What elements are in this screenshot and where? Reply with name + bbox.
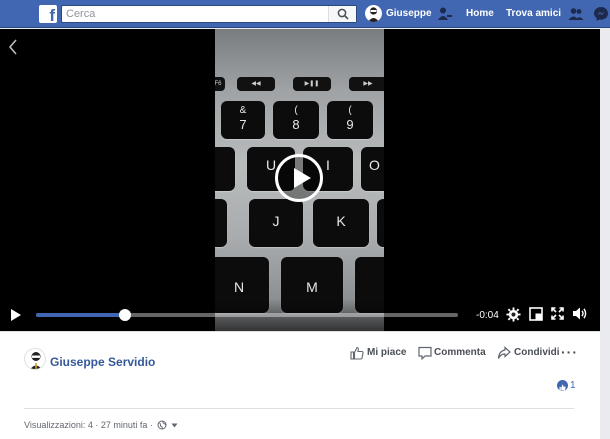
play-overlay-button[interactable]: [275, 154, 323, 202]
top-navigation-bar: f Giuseppe Home Trova amici: [0, 0, 610, 28]
views-and-time-text: Visualizzazioni: 4 · 27 minuti fa ·: [24, 420, 153, 430]
share-button[interactable]: Condividi: [497, 346, 560, 361]
like-label: Mi piace: [367, 347, 407, 358]
author-avatar[interactable]: [24, 348, 46, 370]
author-name-link[interactable]: Giuseppe Servidio: [50, 355, 155, 369]
home-link[interactable]: Home: [466, 8, 494, 19]
settings-gear-icon[interactable]: [506, 307, 521, 322]
find-friends-link[interactable]: Trova amici: [506, 8, 561, 19]
keyboard-key: ▶❚❚: [293, 77, 331, 91]
fullscreen-icon[interactable]: [551, 307, 564, 320]
back-arrow-icon[interactable]: [8, 39, 18, 55]
comment-label: Commenta: [434, 347, 486, 358]
user-name-link[interactable]: Giuseppe: [386, 8, 432, 19]
picture-in-picture-icon[interactable]: [529, 307, 543, 321]
keyboard-key: J: [249, 199, 303, 247]
like-reaction-icon[interactable]: [557, 380, 568, 391]
keyboard-key: & 7: [221, 101, 265, 139]
comment-button[interactable]: Commenta: [418, 346, 486, 361]
thumbs-up-icon: [350, 346, 364, 360]
video-player[interactable]: F6 ◀◀ ▶❚❚ ▶▶ & 7 ( 8 ( 9 U I O J K N M -…: [0, 29, 600, 331]
reaction-count[interactable]: 1: [570, 380, 576, 391]
keyboard-key: O: [361, 147, 384, 191]
keyboard-key: [377, 199, 384, 247]
share-label: Condividi: [514, 347, 560, 358]
progress-fill: [36, 313, 125, 317]
search-icon: [337, 8, 349, 20]
like-button[interactable]: Mi piace: [350, 346, 408, 361]
progress-knob[interactable]: [118, 309, 131, 321]
messenger-icon[interactable]: [593, 6, 609, 22]
keyboard-key: ( 8: [273, 101, 319, 139]
share-arrow-icon: [497, 346, 511, 359]
globe-icon[interactable]: [157, 420, 167, 430]
play-icon: [294, 168, 311, 188]
keyboard-key: ◀◀: [237, 77, 275, 91]
keyboard-key: ( 9: [327, 101, 373, 139]
video-controls: -0:04: [0, 299, 600, 331]
keyboard-key: [215, 147, 235, 191]
keyboard-key: [215, 199, 227, 247]
author-avatar-icon: [30, 352, 42, 369]
progress-bar[interactable]: [36, 309, 458, 321]
friend-requests-icon[interactable]: [437, 6, 453, 22]
privacy-dropdown-chevron-icon[interactable]: [171, 423, 178, 428]
more-options-button[interactable]: ···: [561, 344, 578, 360]
post-meta: Visualizzazioni: 4 · 27 minuti fa ·: [24, 420, 178, 430]
divider: [24, 408, 574, 409]
comment-bubble-icon: [418, 346, 432, 360]
keyboard-key: F6: [215, 77, 225, 91]
people-icon[interactable]: [568, 6, 584, 22]
search-box: [61, 5, 357, 23]
user-avatar[interactable]: [365, 5, 382, 22]
search-button[interactable]: [328, 6, 356, 22]
keyboard-key: K: [313, 199, 369, 247]
volume-icon[interactable]: [572, 306, 588, 321]
keyboard-key: ▶▶: [349, 77, 384, 91]
play-button-icon[interactable]: [10, 308, 22, 322]
user-avatar-icon: [368, 7, 379, 22]
search-input[interactable]: [66, 7, 316, 21]
post-panel: Giuseppe Servidio Mi piace Commenta Cond…: [0, 331, 600, 439]
facebook-logo-icon[interactable]: f: [39, 5, 57, 23]
time-remaining: -0:04: [476, 310, 499, 321]
page-background-edge: [600, 28, 610, 439]
